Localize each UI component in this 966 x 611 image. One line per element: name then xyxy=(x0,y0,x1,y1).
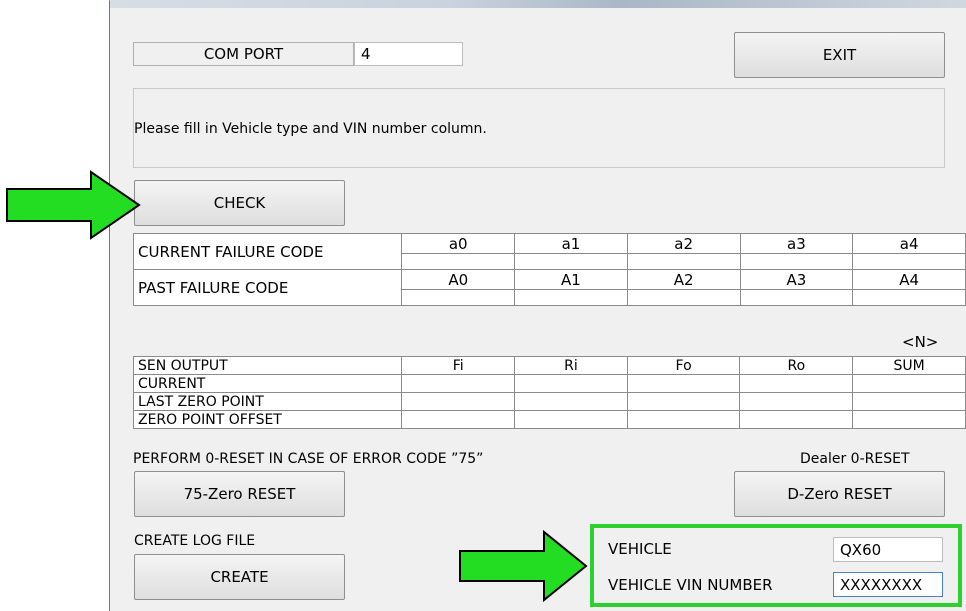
title-bar xyxy=(110,0,966,8)
vehicle-highlight-box: VEHICLE QX60 VEHICLE VIN NUMBER XXXXXXXX xyxy=(590,524,962,607)
current-code-header: a3 xyxy=(739,233,854,254)
sensor-column-header: SUM xyxy=(852,356,966,375)
unit-label: <N> xyxy=(902,333,939,351)
vehicle-label: VEHICLE xyxy=(608,540,672,558)
sensor-cell xyxy=(514,410,628,429)
sensor-cell xyxy=(401,410,516,429)
message-box: Please fill in Vehicle type and VIN numb… xyxy=(133,88,945,168)
vehicle-input[interactable]: QX60 xyxy=(833,537,943,562)
sensor-row-label: ZERO POINT OFFSET xyxy=(132,410,403,429)
arrow-right-icon xyxy=(459,529,588,603)
sensor-cell xyxy=(401,392,516,411)
sensor-column-header: Ro xyxy=(739,356,854,375)
current-code-header: a4 xyxy=(852,233,966,254)
current-code-cell xyxy=(514,253,628,270)
current-code-header: a1 xyxy=(514,233,628,254)
zero-reset-button[interactable]: 75-Zero RESET xyxy=(134,471,345,517)
sensor-column-header: Ri xyxy=(514,356,628,375)
current-code-header: a2 xyxy=(626,233,741,254)
check-button[interactable]: CHECK xyxy=(134,180,345,226)
sensor-cell xyxy=(401,374,516,393)
failure-code-table: CURRENT FAILURE CODE a0 a1 a2 a3 a4 PAST… xyxy=(132,233,966,306)
create-log-label: CREATE LOG FILE xyxy=(134,533,256,549)
vin-input[interactable]: XXXXXXXX xyxy=(833,572,943,597)
past-code-header: A1 xyxy=(514,269,628,290)
sensor-cell xyxy=(739,410,854,429)
past-code-header: A4 xyxy=(852,269,966,290)
past-code-cell xyxy=(626,289,741,306)
past-code-cell xyxy=(852,289,966,306)
current-code-cell xyxy=(401,253,516,270)
current-code-cell xyxy=(626,253,741,270)
sensor-cell xyxy=(626,410,741,429)
sensor-cell xyxy=(626,392,741,411)
past-code-cell xyxy=(514,289,628,306)
arrow-right-icon xyxy=(6,170,141,240)
sensor-row-label: CURRENT xyxy=(132,374,403,393)
dealer-zero-reset-button[interactable]: D-Zero RESET xyxy=(734,471,945,517)
sensor-column-header: Fi xyxy=(401,356,516,375)
sensor-cell xyxy=(514,392,628,411)
past-code-header: A0 xyxy=(401,269,516,290)
past-failure-label: PAST FAILURE CODE xyxy=(132,269,403,306)
sensor-output-table: SEN OUTPUT Fi Ri Fo Ro SUM CURRENT LAST … xyxy=(132,356,966,429)
vin-label: VEHICLE VIN NUMBER xyxy=(608,576,773,594)
sensor-cell xyxy=(852,374,966,393)
create-log-button[interactable]: CREATE xyxy=(134,554,345,600)
exit-button[interactable]: EXIT xyxy=(734,32,945,78)
sensor-cell xyxy=(514,374,628,393)
com-port-label-box: COM PORT xyxy=(133,42,354,66)
sensor-cell xyxy=(852,410,966,429)
past-code-header: A2 xyxy=(626,269,741,290)
message-text: Please fill in Vehicle type and VIN numb… xyxy=(134,121,487,137)
zero-reset-instruction: PERFORM 0-RESET IN CASE OF ERROR CODE ”7… xyxy=(133,451,484,467)
sensor-column-header: Fo xyxy=(626,356,741,375)
sensor-row-label: LAST ZERO POINT xyxy=(132,392,403,411)
com-port-label: COM PORT xyxy=(203,45,284,63)
dealer-reset-label: Dealer 0-RESET xyxy=(800,451,910,467)
sensor-cell xyxy=(739,392,854,411)
past-code-header: A3 xyxy=(739,269,854,290)
current-code-cell xyxy=(852,253,966,270)
past-code-cell xyxy=(401,289,516,306)
current-code-cell xyxy=(739,253,854,270)
current-failure-label: CURRENT FAILURE CODE xyxy=(132,233,403,270)
sensor-cell xyxy=(852,392,966,411)
sensor-cell xyxy=(739,374,854,393)
com-port-input[interactable]: 4 xyxy=(354,42,463,66)
sensor-cell xyxy=(626,374,741,393)
past-code-cell xyxy=(739,289,854,306)
sen-output-label: SEN OUTPUT xyxy=(132,356,403,375)
current-code-header: a0 xyxy=(401,233,516,254)
